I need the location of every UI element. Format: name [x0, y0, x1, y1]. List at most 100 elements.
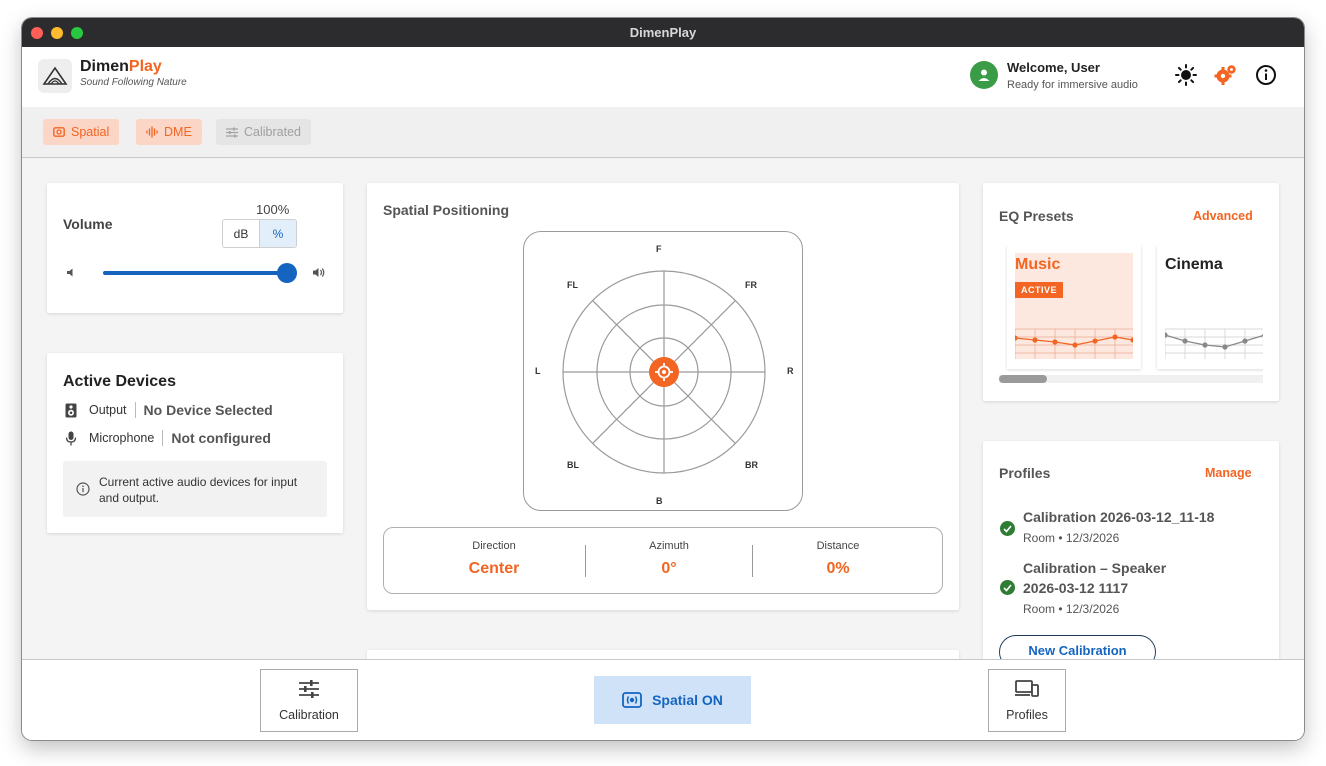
dme-chip[interactable]: DME	[136, 119, 202, 145]
active-devices-title: Active Devices	[63, 373, 176, 390]
azimuth-value: 0°	[661, 560, 677, 577]
microphone-row: Microphone Not configured	[65, 430, 271, 446]
direction-label: Direction	[472, 540, 516, 552]
output-value: No Device Selected	[143, 402, 273, 418]
volume-title: Volume	[63, 216, 113, 232]
direction-back-left-label: BL	[567, 460, 579, 470]
volume-value: 100%	[256, 202, 290, 217]
tune-icon	[226, 127, 238, 137]
spatial-toggle-button[interactable]: Spatial ON	[594, 676, 751, 724]
distance-value: 0%	[826, 560, 850, 577]
volume-slider-track[interactable]	[103, 271, 288, 275]
calibrated-chip: Calibrated	[216, 119, 311, 145]
sun-icon	[1175, 64, 1197, 86]
spatial-radar[interactable]: F FL FR L R BL BR B	[523, 231, 803, 511]
direction-front-label: F	[656, 244, 662, 254]
eq-curve-music	[1015, 328, 1133, 359]
direction-right-label: R	[787, 366, 794, 376]
user-info: Welcome, User Ready for immersive audio	[1007, 60, 1138, 91]
spatial-title: Spatial Positioning	[383, 202, 510, 218]
eq-carousel-scrollbar[interactable]	[999, 375, 1263, 383]
direction-front-left-label: FL	[567, 280, 578, 290]
eq-scrollbar-thumb[interactable]	[999, 375, 1047, 383]
calibration-nav-label: Calibration	[279, 708, 339, 722]
azimuth-readout: Azimuth 0°	[579, 540, 759, 578]
theme-toggle-button[interactable]	[1174, 63, 1198, 87]
direction-back-right-label: BR	[745, 460, 758, 470]
welcome-text: Welcome, User	[1007, 60, 1100, 75]
active-badge: ACTIVE	[1015, 282, 1064, 298]
calibrated-chip-label: Calibrated	[244, 125, 301, 139]
active-devices-card: Active Devices Output No Device Selected	[47, 353, 343, 533]
window-title: DimenPlay	[629, 25, 697, 40]
output-label: Output	[89, 403, 127, 417]
waveform-icon	[146, 126, 158, 138]
speaker-box-icon	[53, 127, 65, 137]
user-avatar[interactable]	[970, 61, 998, 89]
eq-presets-title: EQ Presets	[999, 208, 1074, 224]
eq-preset-cinema[interactable]: Cinema	[1157, 245, 1263, 369]
speaker-icon	[65, 403, 77, 417]
volume-card: Volume 100% dB %	[47, 183, 343, 313]
dme-chip-label: DME	[164, 125, 192, 139]
profile-item[interactable]: Calibration 2026-03-12_11-18 Room • 12/3…	[1023, 507, 1214, 545]
profiles-nav-label: Profiles	[1006, 708, 1048, 722]
brand-name-part1: Dimen	[80, 58, 129, 75]
app-header: DimenPlay Sound Following Nature Welcome…	[22, 47, 1304, 107]
bottom-nav-bar: Calibration Spatial ON Profiles	[22, 659, 1304, 740]
user-icon	[978, 69, 990, 81]
eq-presets-carousel[interactable]: Music ACTIVE Cinema	[999, 245, 1263, 383]
distance-readout: Distance 0%	[748, 540, 928, 578]
spatial-toggle-label: Spatial ON	[652, 692, 723, 708]
brand-name-part2: Play	[128, 58, 162, 75]
microphone-label: Microphone	[89, 431, 155, 445]
spatial-readout: Direction Center Azimuth 0° Distance 0%	[383, 527, 943, 594]
title-bar: DimenPlay	[22, 18, 1304, 47]
eq-presets-card: EQ Presets Advanced Music ACTIVE Cinema	[983, 183, 1279, 401]
eq-preset-music[interactable]: Music ACTIVE	[1007, 245, 1141, 369]
profile-name: Calibration 2026-03-12_11-18	[1023, 509, 1215, 525]
profile-name-line2: 2026-03-12 1117	[1023, 580, 1129, 596]
calibration-nav-button[interactable]: Calibration	[260, 669, 358, 732]
next-card	[367, 650, 959, 659]
volume-high-icon[interactable]	[312, 266, 326, 279]
spatial-chip[interactable]: Spatial	[43, 119, 120, 145]
divider	[162, 430, 164, 446]
profiles-nav-button[interactable]: Profiles	[988, 669, 1066, 732]
profile-name-line1: Calibration – Speaker	[1023, 560, 1167, 576]
new-calibration-button[interactable]: New Calibration	[999, 635, 1156, 659]
brand-tagline: Sound Following Nature	[80, 77, 187, 88]
advanced-eq-link[interactable]: Advanced	[1193, 209, 1253, 223]
profiles-card: Profiles Manage Calibration 2026-03-12_1…	[983, 441, 1279, 659]
eq-preset-name: Cinema	[1165, 256, 1223, 273]
settings-button[interactable]	[1214, 63, 1238, 87]
direction-front-right-label: FR	[745, 280, 757, 290]
direction-left-label: L	[535, 366, 541, 376]
sound-position-marker[interactable]	[649, 357, 679, 387]
volume-slider-thumb[interactable]	[277, 263, 297, 283]
app-logo	[38, 59, 72, 93]
app-window: DimenPlay DimenPlay Sound Following Natu…	[22, 18, 1304, 740]
info-icon	[1256, 65, 1276, 85]
distance-label: Distance	[816, 540, 860, 552]
devices-icon	[989, 680, 1065, 698]
devices-info-box: Current active audio devices for input a…	[63, 461, 327, 517]
about-button[interactable]	[1254, 63, 1278, 87]
volume-low-icon[interactable]	[66, 267, 77, 278]
profile-meta: Room • 12/3/2026	[1023, 602, 1120, 616]
direction-back-label: B	[656, 496, 663, 506]
manage-profiles-link[interactable]: Manage	[1205, 466, 1252, 480]
microphone-icon	[65, 431, 77, 445]
profile-meta: Room • 12/3/2026	[1023, 531, 1120, 545]
unit-db-button[interactable]: dB	[223, 220, 260, 247]
unit-percent-button[interactable]: %	[260, 220, 296, 247]
mode-chip-bar: Spatial DME Calibrated	[22, 107, 1304, 158]
brand: DimenPlay Sound Following Nature	[80, 58, 187, 88]
eq-preset-name: Music	[1015, 256, 1061, 273]
devices-info-text: Current active audio devices for input a…	[99, 475, 298, 505]
gear-icon	[1214, 65, 1236, 85]
spatial-positioning-card: Spatial Positioning F FL FR L R BL BR B …	[367, 183, 959, 610]
divider	[134, 402, 136, 418]
direction-value: Center	[468, 560, 520, 577]
profile-item[interactable]: Calibration – Speaker 2026-03-12 1117 Ro…	[1023, 558, 1166, 616]
